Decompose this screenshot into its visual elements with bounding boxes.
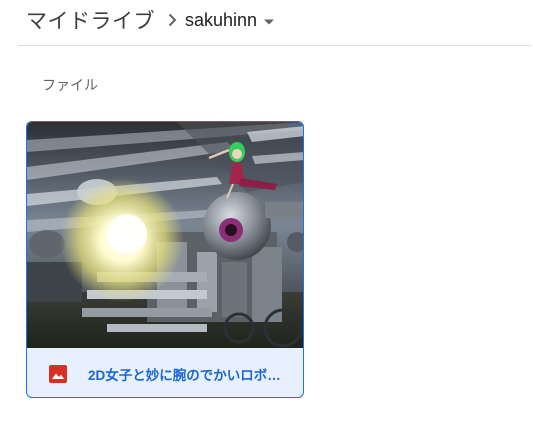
drive-page: マイドライブ sakuhinn ファイル 2D女子と妙に腕のでかいロボ… — [0, 0, 533, 427]
file-name: 2D女子と妙に腕のでかいロボ… — [88, 367, 281, 383]
header-divider — [18, 45, 531, 46]
caret-down-icon — [263, 10, 275, 31]
breadcrumb-my-drive[interactable]: マイドライブ — [26, 5, 159, 35]
file-thumbnail — [27, 122, 303, 348]
file-card[interactable]: 2D女子と妙に腕のでかいロボ… — [26, 121, 304, 398]
breadcrumb: マイドライブ sakuhinn — [26, 0, 275, 40]
breadcrumb-header: マイドライブ sakuhinn — [0, 0, 533, 46]
files-section-label: ファイル — [42, 77, 98, 93]
breadcrumb-current-folder[interactable]: sakuhinn — [185, 10, 275, 31]
image-file-icon — [48, 364, 68, 384]
current-folder-label: sakuhinn — [185, 9, 258, 30]
file-card-footer: 2D女子と妙に腕のでかいロボ… — [27, 348, 303, 397]
chevron-right-icon — [159, 0, 185, 40]
